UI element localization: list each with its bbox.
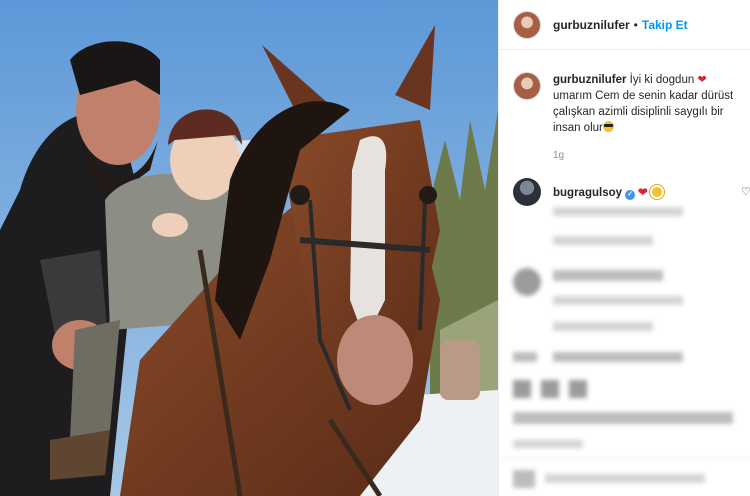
post-time[interactable]: 1g: [553, 150, 750, 161]
red-heart-icon: ❤: [638, 187, 648, 199]
caption-username[interactable]: gurbuznilufer: [553, 74, 626, 86]
sunglasses-emoji-icon: [602, 121, 614, 132]
follow-button[interactable]: Takip Et: [642, 18, 688, 32]
avatar[interactable]: [513, 10, 541, 39]
caption-text: gurbuznilufer İyi ki dogdun ❤ umarım Cem…: [553, 72, 740, 136]
blurred-emoji-icon: [513, 470, 535, 488]
comment-username-text[interactable]: bugragulsoy: [553, 187, 622, 199]
blurred-comment-input: [545, 474, 705, 483]
blurred-avatar: [513, 352, 537, 362]
blurred-date: [513, 440, 583, 448]
comment-avatar[interactable]: [513, 178, 541, 206]
blurred-comment-text: [553, 352, 683, 362]
blurred-comment-text: [553, 207, 683, 216]
caption-avatar[interactable]: [513, 72, 541, 100]
blurred-comment-text: [553, 270, 663, 281]
blurred-comment-meta: [553, 322, 653, 331]
sun-emoji-icon: [651, 187, 662, 197]
blurred-likes-count: [513, 412, 733, 424]
post-photo[interactable]: [0, 0, 498, 496]
post-side-panel: gurbuznilufer • Takip Et gurbuznilufer İ…: [498, 0, 750, 496]
separator-dot: •: [633, 17, 638, 32]
blurred-comment-icon: [541, 380, 559, 398]
blurred-comment-meta: [553, 236, 653, 245]
post-header: gurbuznilufer • Takip Et: [499, 0, 750, 50]
verified-icon: ✓: [625, 190, 636, 200]
heart-icon: ❤: [697, 74, 707, 86]
post-image: [0, 0, 498, 496]
blurred-share-icon: [569, 380, 587, 398]
caption-text-start: İyi ki dogdun: [629, 74, 695, 86]
comment-username: bugragulsoy ✓ ❤: [553, 185, 662, 200]
like-comment-icon[interactable]: ♡: [741, 185, 750, 198]
caption-text-rest: umarım Cem de senin kadar dürüst çalışka…: [553, 90, 734, 134]
divider: [499, 458, 750, 459]
caption: gurbuznilufer İyi ki dogdun ❤ umarım Cem…: [499, 50, 750, 136]
blurred-avatar: [513, 268, 541, 296]
blurred-comment-text: [553, 296, 683, 305]
blurred-like-icon: [513, 380, 531, 398]
post-username[interactable]: gurbuznilufer: [553, 18, 630, 32]
